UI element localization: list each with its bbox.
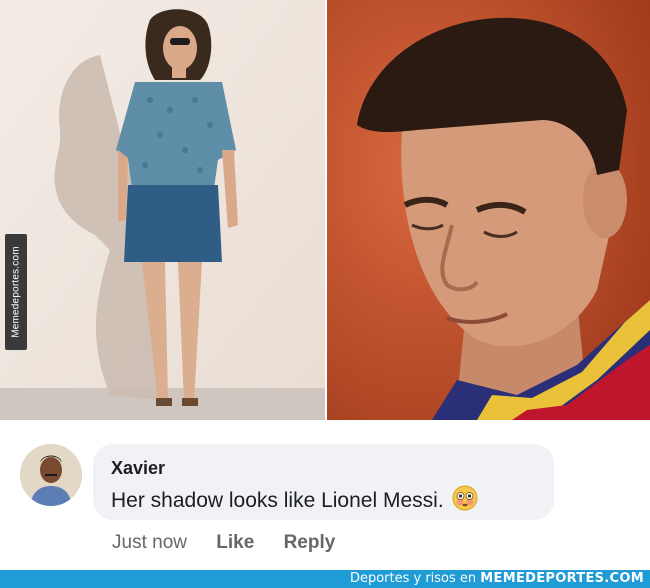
comment-section: Xavier Her shadow looks like Lionel Mess…	[0, 420, 650, 570]
avatar[interactable]	[20, 444, 82, 506]
comment-author-name[interactable]: Xavier	[111, 458, 165, 479]
avatar-portrait-icon	[20, 444, 82, 506]
flushed-face-emoji-icon	[452, 485, 478, 517]
comment-text: Her shadow looks like Lionel Messi.	[111, 489, 444, 512]
comment-bubble: Xavier Her shadow looks like Lionel Mess…	[93, 444, 554, 520]
footer-watermark: Deportes y risos en MEMEDEPORTES.COM	[350, 571, 644, 586]
comment-text-line: Her shadow looks like Lionel Messi.	[111, 485, 478, 517]
reply-button[interactable]: Reply	[284, 532, 336, 553]
footer-brand[interactable]: MEMEDEPORTES.COM	[480, 571, 644, 586]
man-portrait-illustration	[327, 0, 650, 420]
messi-portrait-photo	[327, 0, 650, 420]
comment-timestamp: Just now	[112, 532, 187, 553]
watermark-side-text: Memedeportes.com	[10, 246, 22, 338]
like-button[interactable]: Like	[216, 532, 254, 553]
woman-shadow-photo	[0, 0, 325, 420]
footer-prefix: Deportes y risos en	[349, 571, 477, 586]
meme-image-panels: Memedeportes.com	[0, 0, 650, 420]
woman-shadow-illustration	[0, 0, 325, 420]
footer-bar: Deportes y risos en MEMEDEPORTES.COM	[0, 570, 650, 588]
watermark-side-tag: Memedeportes.com	[5, 234, 27, 350]
comment-actions: Just now Like Reply	[112, 532, 359, 554]
